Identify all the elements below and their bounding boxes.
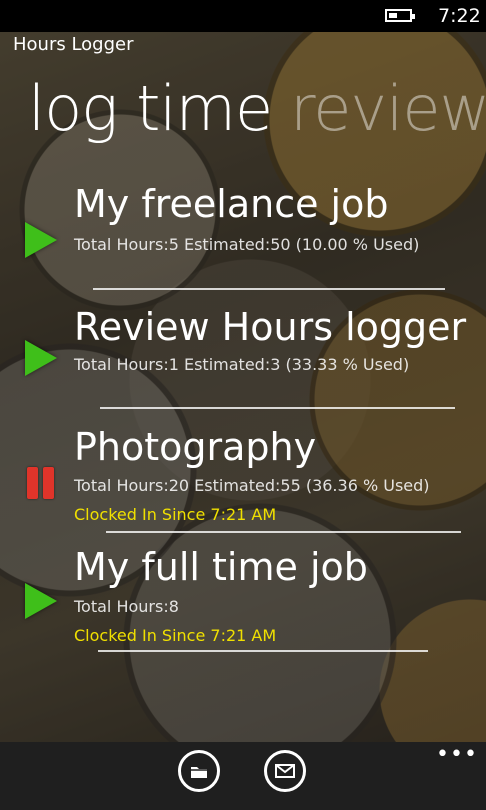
status-bar: 7:22 — [0, 0, 486, 32]
play-icon[interactable] — [25, 340, 57, 376]
pause-icon[interactable] — [27, 467, 57, 499]
app-bar: ••• — [0, 742, 486, 810]
battery-icon — [385, 9, 415, 22]
pivot-tab-log-time[interactable]: log time — [28, 72, 273, 145]
clocked-in-status: Clocked In Since 7:21 AM — [74, 626, 277, 645]
mail-icon — [275, 764, 295, 778]
status-clock: 7:22 — [438, 5, 481, 27]
clocked-in-status: Clocked In Since 7:21 AM — [74, 505, 277, 524]
play-icon[interactable] — [25, 222, 57, 258]
job-stats: Total Hours:1 Estimated:3 (33.33 % Used) — [74, 355, 410, 374]
divider — [100, 407, 455, 409]
job-stats: Total Hours:20 Estimated:55 (36.36 % Use… — [74, 476, 430, 495]
app-title: Hours Logger — [13, 34, 134, 55]
folder-button[interactable] — [178, 750, 220, 792]
divider — [93, 288, 445, 290]
mail-button[interactable] — [264, 750, 306, 792]
pivot-tab-review[interactable]: review — [290, 72, 486, 145]
pivot-header: log time review — [28, 72, 486, 145]
job-name: My full time job — [74, 545, 368, 589]
job-stats: Total Hours:8 — [74, 597, 179, 616]
job-name: My freelance job — [74, 182, 389, 226]
job-name: Review Hours logger — [74, 305, 467, 349]
folder-icon — [191, 767, 207, 778]
job-name: Photography — [74, 425, 317, 469]
divider — [106, 531, 461, 533]
play-icon[interactable] — [25, 583, 57, 619]
job-stats: Total Hours:5 Estimated:50 (10.00 % Used… — [74, 235, 420, 254]
more-options-button[interactable]: ••• — [436, 742, 478, 767]
divider — [98, 650, 428, 652]
